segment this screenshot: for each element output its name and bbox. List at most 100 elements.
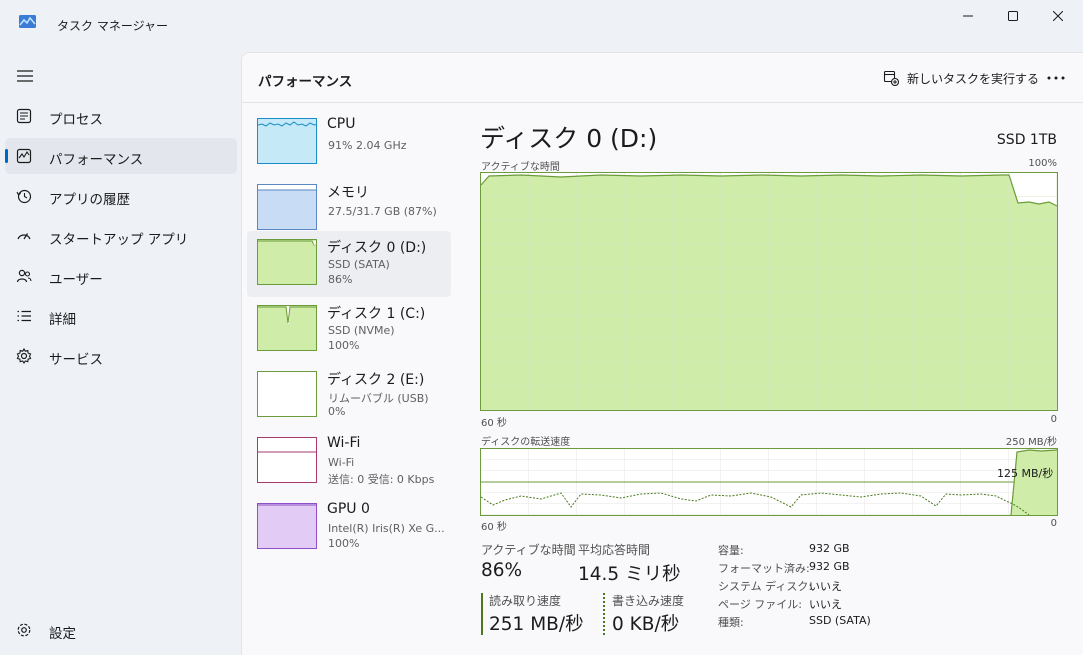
settings-gear-icon — [17, 623, 31, 637]
processes-icon — [16, 108, 32, 124]
device-usage: 送信: 0 受信: 0 Kbps — [328, 473, 435, 486]
page-file-value: いいえ — [809, 598, 842, 611]
maximize-icon — [1008, 11, 1018, 21]
nav-label-settings: 設定 — [49, 626, 76, 642]
memory-sparkline — [258, 185, 316, 191]
device-item-gpu0[interactable]: GPU 0 Intel(R) Iris(R) Xe G... 100% — [247, 495, 451, 561]
active-time-graph-time: 60 秒 — [481, 418, 507, 429]
active-time-graph — [480, 172, 1058, 411]
close-button[interactable] — [1035, 0, 1081, 32]
device-name: Wi-Fi — [327, 435, 361, 451]
disk0-thumbnail-graph — [257, 239, 317, 285]
hamburger-menu-icon[interactable] — [16, 69, 34, 83]
read-speed-label: 読み取り速度 — [489, 594, 562, 608]
type-key: 種類: — [718, 616, 744, 629]
device-name: ディスク 2 (E:) — [327, 372, 425, 388]
performance-icon — [16, 148, 32, 164]
device-detail: 91% 2.04 GHz — [328, 139, 407, 152]
nav-label-users: ユーザー — [49, 272, 103, 288]
active-indicator — [5, 149, 8, 163]
device-item-disk0[interactable]: ディスク 0 (D:) SSD (SATA) 86% — [247, 231, 451, 297]
formatted-key: フォーマット済み: — [718, 562, 810, 575]
device-item-disk1[interactable]: ディスク 1 (C:) SSD (NVMe) 100% — [247, 297, 451, 363]
details-icon — [17, 310, 31, 322]
transfer-graph-time: 60 秒 — [481, 522, 507, 533]
maximize-button[interactable] — [990, 0, 1036, 32]
run-new-task-label: 新しいタスクを実行する — [907, 71, 1040, 86]
device-item-cpu[interactable]: CPU 91% 2.04 GHz — [247, 110, 451, 176]
system-disk-key: システム ディスク: — [718, 580, 813, 593]
nav-item-users[interactable]: ユーザー — [5, 258, 237, 294]
transfer-graph-max: 250 MB/秒 — [1005, 437, 1057, 448]
disk0-sparkline — [258, 240, 316, 246]
read-speed-value: 251 MB/秒 — [489, 614, 584, 635]
device-detail: SSD (NVMe) — [328, 324, 395, 337]
title-bar: タスク マネージャー — [0, 0, 1083, 48]
nav-item-performance[interactable]: パフォーマンス — [5, 138, 237, 174]
disk-title: ディスク 0 (D:) — [480, 124, 658, 153]
device-usage: 100% — [328, 537, 360, 550]
device-name: CPU — [327, 116, 356, 132]
memory-thumbnail-graph — [257, 184, 317, 230]
active-time-graph-max: 100% — [1028, 158, 1057, 169]
nav-item-processes[interactable]: プロセス — [5, 98, 237, 134]
transfer-rate-graph-plot — [481, 449, 1057, 515]
active-time-stat-value: 86% — [481, 560, 523, 581]
device-detail: 27.5/31.7 GB (87%) — [328, 205, 437, 218]
nav-label-startup: スタートアップ アプリ — [49, 232, 189, 248]
capacity-value: 932 GB — [809, 542, 850, 555]
active-time-graph-label: アクティブな時間 — [481, 162, 560, 173]
capacity-key: 容量: — [718, 544, 744, 557]
disk2-thumbnail-graph — [257, 371, 317, 417]
device-detail: Wi-Fi — [328, 456, 355, 469]
device-usage: 100% — [328, 339, 360, 352]
disk1-sparkline — [258, 306, 316, 324]
wifi-sparkline — [258, 451, 316, 453]
nav-label-processes: プロセス — [49, 112, 103, 128]
gpu0-thumbnail-graph — [257, 503, 317, 549]
nav-label-performance: パフォーマンス — [49, 152, 144, 168]
device-item-wifi[interactable]: Wi-Fi Wi-Fi 送信: 0 受信: 0 Kbps — [247, 429, 451, 495]
cpu-sparkline — [258, 121, 316, 127]
device-name: メモリ — [327, 185, 369, 201]
device-detail: リムーバブル (USB) — [328, 392, 429, 405]
active-time-stat-label: アクティブな時間 — [481, 543, 576, 557]
nav-item-details[interactable]: 詳細 — [5, 298, 237, 334]
system-disk-value: いいえ — [809, 580, 842, 593]
formatted-value: 932 GB — [809, 560, 850, 573]
minimize-button[interactable] — [945, 0, 991, 32]
main-panel: パフォーマンス 新しいタスクを実行する CPU 91% 2.04 GHz メモリ… — [241, 52, 1083, 655]
run-new-task-button[interactable]: 新しいタスクを実行する — [883, 67, 1039, 89]
page-title: パフォーマンス — [258, 74, 353, 90]
response-time-stat-value: 14.5 ミリ秒 — [578, 564, 681, 585]
device-usage: 0% — [328, 405, 346, 418]
users-icon — [16, 269, 32, 283]
response-time-stat-label: 平均応答時間 — [578, 543, 651, 557]
device-name: ディスク 0 (D:) — [327, 240, 427, 256]
nav-label-app-history: アプリの履歴 — [49, 192, 130, 208]
more-dots-icon — [1047, 76, 1065, 80]
device-detail: Intel(R) Iris(R) Xe G... — [328, 522, 445, 535]
disk1-thumbnail-graph — [257, 305, 317, 351]
transfer-graph-label: ディスクの転送速度 — [481, 437, 571, 448]
active-time-graph-plot — [481, 173, 1057, 410]
write-speed-value: 0 KB/秒 — [612, 614, 680, 635]
device-usage: 86% — [328, 273, 353, 286]
transfer-graph-mid: 125 MB/秒 — [997, 467, 1054, 480]
more-options-button[interactable] — [1042, 67, 1070, 89]
nav-item-services[interactable]: サービス — [5, 338, 237, 374]
nav-item-startup[interactable]: スタートアップ アプリ — [5, 218, 237, 254]
cpu-thumbnail-graph — [257, 118, 317, 164]
transfer-graph-zero: 0 — [1050, 518, 1057, 529]
window-title: タスク マネージャー — [57, 19, 168, 33]
new-task-icon — [883, 70, 899, 86]
page-file-key: ページ ファイル: — [718, 598, 802, 611]
write-speed-legend-bar — [603, 593, 605, 635]
close-icon — [1053, 11, 1063, 21]
services-icon — [16, 348, 32, 364]
device-item-disk2[interactable]: ディスク 2 (E:) リムーバブル (USB) 0% — [247, 363, 451, 429]
nav-item-app-history[interactable]: アプリの履歴 — [5, 178, 237, 214]
nav-item-settings[interactable]: 設定 — [5, 612, 237, 648]
nav-label-details: 詳細 — [49, 312, 76, 328]
nav-label-services: サービス — [49, 352, 103, 368]
